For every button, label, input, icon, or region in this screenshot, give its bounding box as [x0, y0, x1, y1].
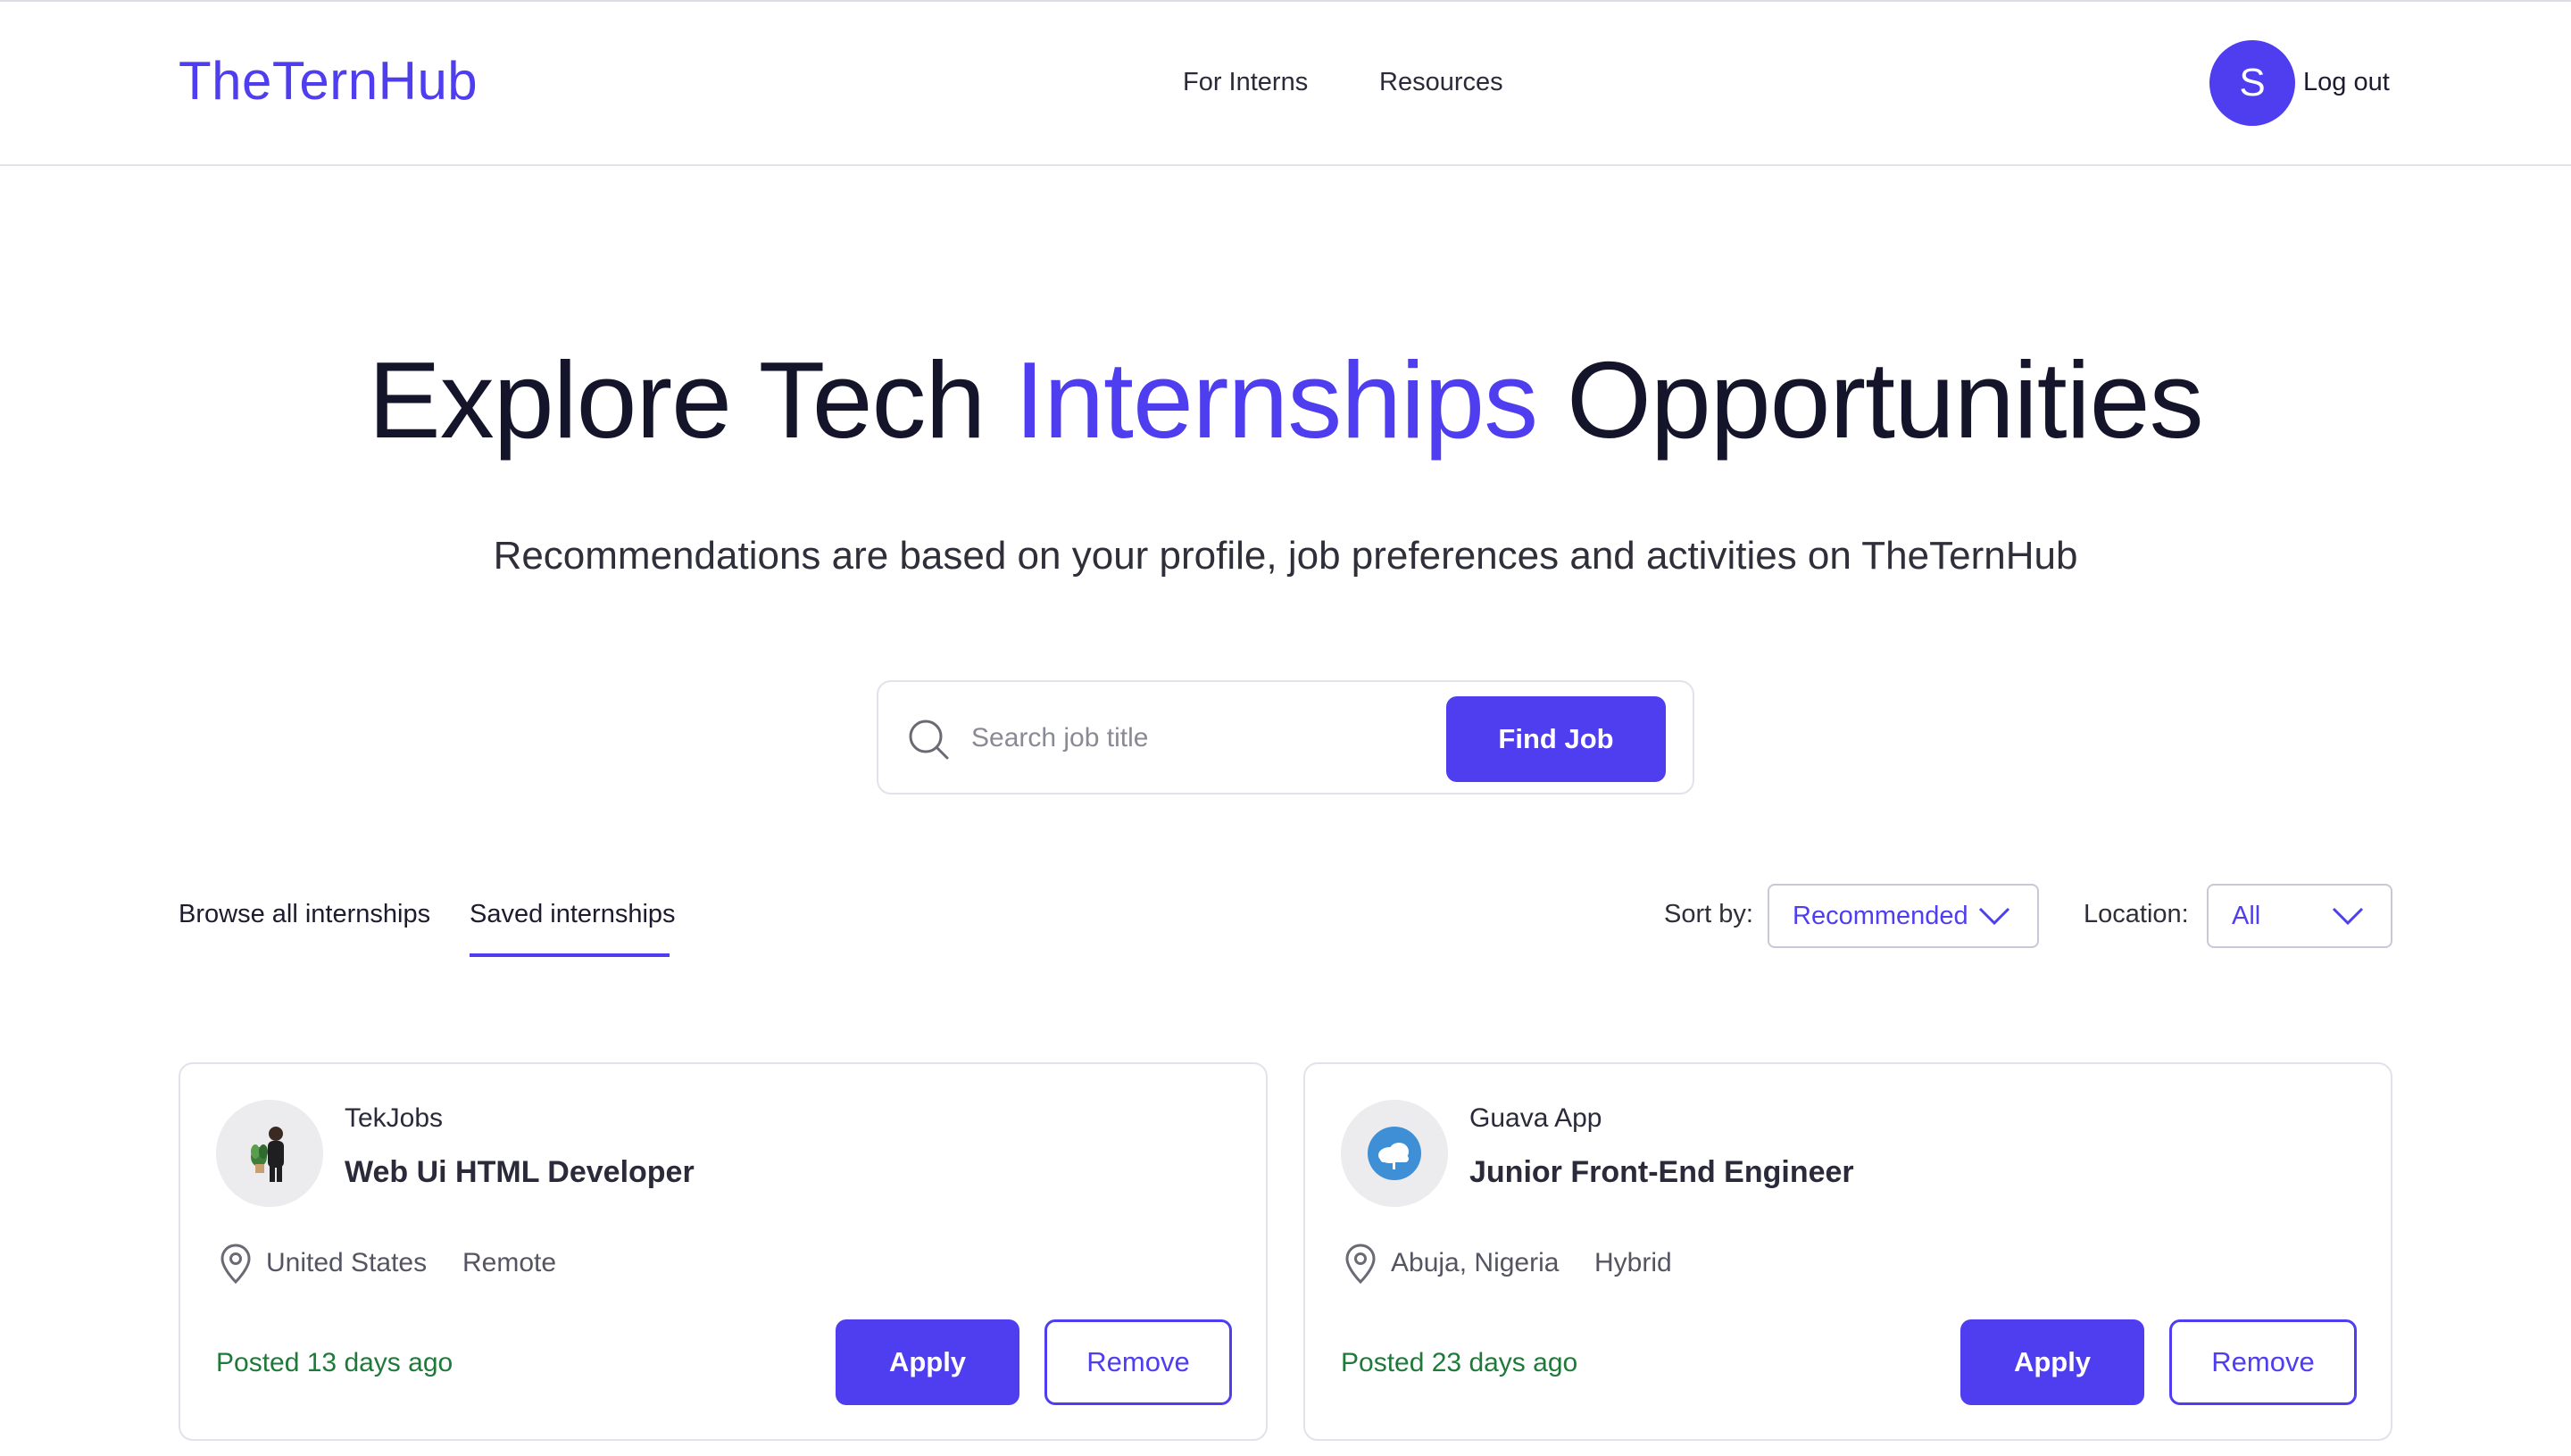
sort-select[interactable]: Recommended: [1768, 884, 2039, 948]
sort-value: Recommended: [1793, 902, 1968, 930]
avatar[interactable]: S: [2209, 40, 2295, 126]
map-pin-icon: [220, 1244, 251, 1285]
tab-browse-all[interactable]: Browse all internships: [179, 900, 430, 929]
company-logo: [1341, 1100, 1448, 1207]
company-name: Guava App: [1469, 1103, 1602, 1133]
map-pin-icon: [1345, 1244, 1376, 1285]
chevron-down-icon: [1978, 907, 2010, 926]
job-title[interactable]: Junior Front-End Engineer: [1469, 1155, 1854, 1190]
site-header: TheTernHub For Interns Resources S Log o…: [0, 2, 2571, 166]
remove-button[interactable]: Remove: [2169, 1319, 2357, 1405]
tab-saved[interactable]: Saved internships: [470, 900, 676, 929]
company-logo: [216, 1100, 323, 1207]
apply-button[interactable]: Apply: [836, 1319, 1019, 1405]
nav-for-interns[interactable]: For Interns: [1183, 68, 1308, 97]
apply-button[interactable]: Apply: [1960, 1319, 2144, 1405]
chevron-down-icon: [2332, 907, 2364, 926]
page-title: Explore Tech Internships Opportunities: [0, 337, 2571, 462]
company-name: TekJobs: [345, 1103, 444, 1133]
find-job-button[interactable]: Find Job: [1446, 696, 1666, 782]
remove-button[interactable]: Remove: [1044, 1319, 1232, 1405]
job-title[interactable]: Web Ui HTML Developer: [345, 1155, 695, 1190]
job-location: Abuja, Nigeria: [1391, 1248, 1560, 1277]
posted-date: Posted 23 days ago: [1341, 1348, 1578, 1377]
nav-resources[interactable]: Resources: [1379, 68, 1503, 97]
work-mode: Remote: [462, 1248, 557, 1277]
logout-link[interactable]: Log out: [2303, 68, 2390, 97]
main-nav: For Interns Resources: [0, 68, 2571, 104]
search-icon: [909, 720, 949, 760]
location-value: All: [2232, 902, 2261, 930]
company-logo-cloud: [1341, 1100, 1448, 1207]
work-mode: Hybrid: [1594, 1248, 1672, 1277]
internship-card[interactable]: TekJobs Web Ui HTML Developer United Sta…: [179, 1062, 1268, 1441]
company-logo-person: [216, 1100, 323, 1207]
location-label: Location:: [2084, 900, 2189, 928]
page-subtitle: Recommendations are based on your profil…: [493, 534, 2078, 578]
search-input[interactable]: [971, 709, 1418, 768]
posted-date: Posted 13 days ago: [216, 1348, 453, 1377]
internship-card[interactable]: Guava App Junior Front-End Engineer Abuj…: [1303, 1062, 2392, 1441]
search-bar: Find Job: [877, 680, 1694, 795]
title-before: Explore Tech: [368, 339, 986, 461]
title-after: Opportunities: [1567, 339, 2204, 461]
location-select[interactable]: All: [2207, 884, 2392, 948]
active-tab-indicator: [470, 953, 670, 957]
title-accent: Internships: [1014, 339, 1538, 461]
sort-label: Sort by:: [1664, 900, 1753, 928]
job-location: United States: [266, 1248, 428, 1277]
